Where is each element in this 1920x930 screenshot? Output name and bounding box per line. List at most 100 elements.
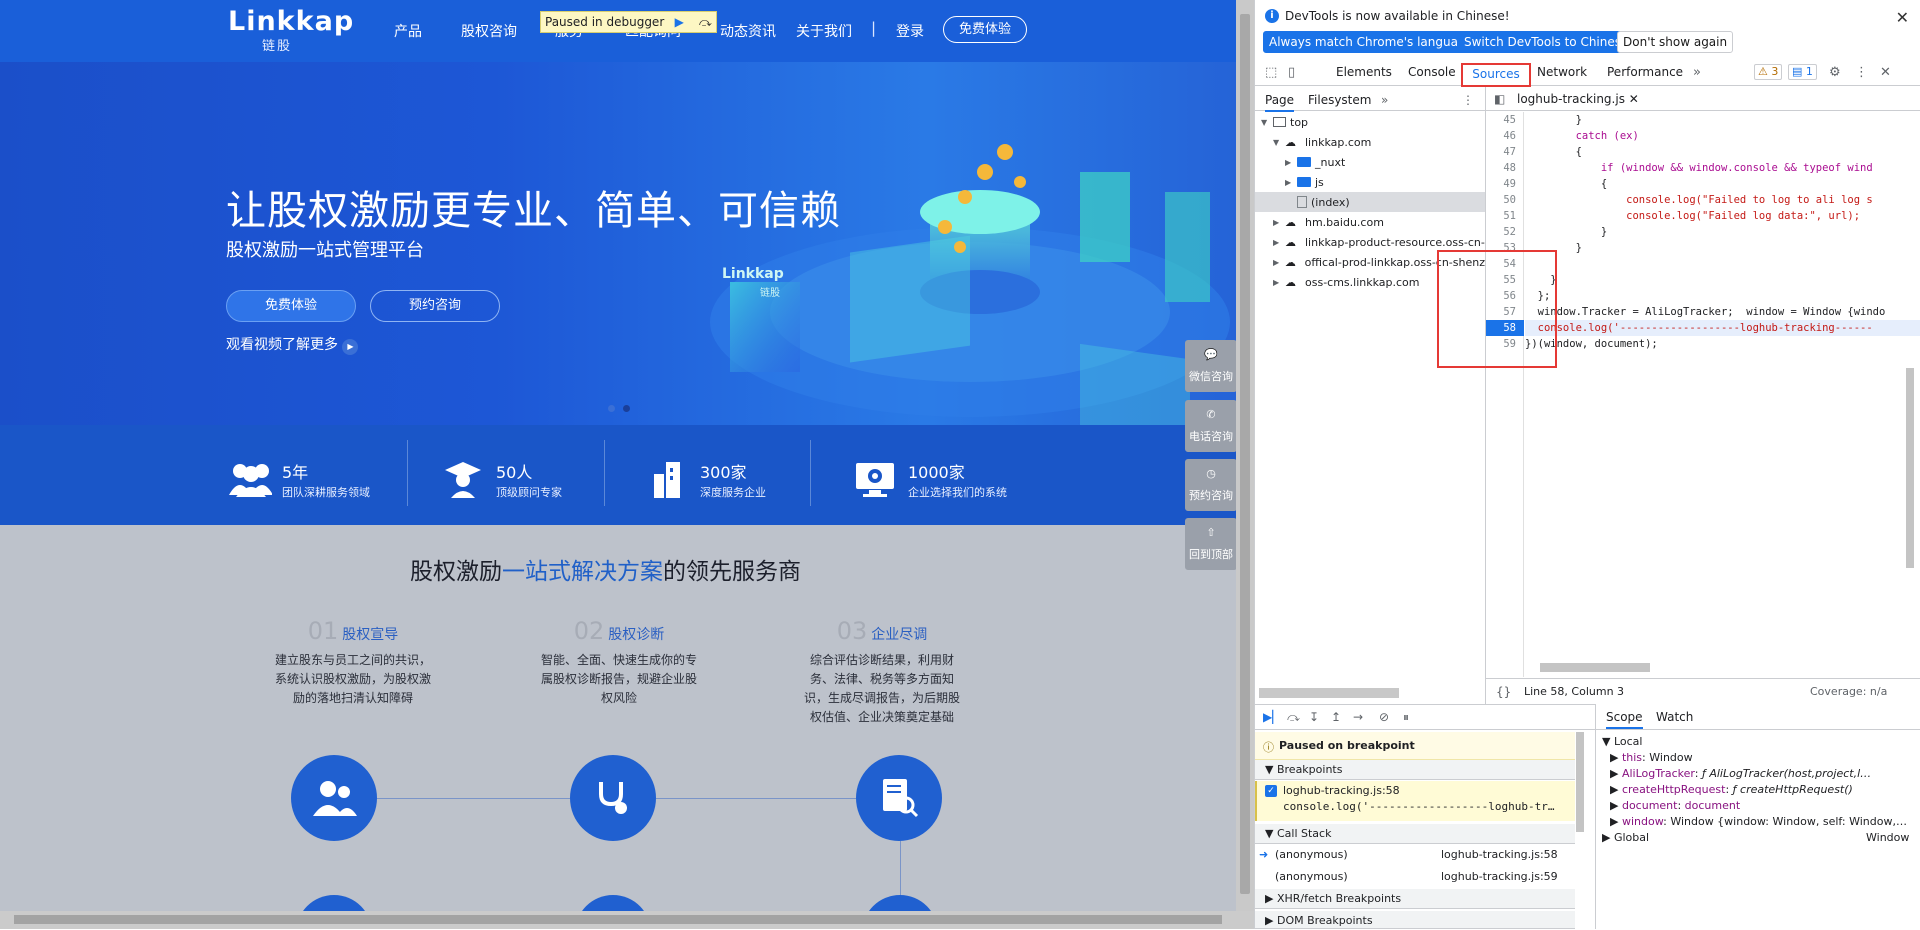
tree-item[interactable]: ▼ top — [1261, 112, 1308, 132]
editor-h-scrollbar[interactable] — [1540, 663, 1650, 672]
info-icon: i — [1265, 9, 1279, 23]
nav-separator: | — [871, 19, 877, 37]
pretty-print-icon[interactable]: {} — [1496, 685, 1511, 699]
line-number[interactable]: 46 — [1486, 128, 1524, 144]
hero-try-button[interactable]: 免费体验 — [226, 290, 356, 322]
resume-icon[interactable]: ▶ — [668, 12, 690, 32]
tab-sources[interactable]: Sources — [1461, 63, 1531, 87]
call-frame-active[interactable]: ➜ (anonymous) loghub-tracking.js:58 — [1255, 845, 1575, 865]
page-scrollbar-thumb[interactable] — [1240, 14, 1250, 894]
line-number[interactable]: 50 — [1486, 192, 1524, 208]
step-circle — [296, 895, 372, 911]
line-number[interactable]: 52 — [1486, 224, 1524, 240]
messages-badge[interactable]: ▤ 1 — [1788, 64, 1817, 80]
breakpoint-checkbox[interactable]: ✓ — [1265, 785, 1277, 797]
deactivate-breakpoints-icon[interactable]: ⊘ — [1379, 710, 1389, 724]
sidebar-scrollbar[interactable] — [1576, 732, 1584, 832]
nav-about[interactable]: 关于我们 — [796, 21, 852, 41]
scope-row[interactable]: ▶ document: document — [1610, 798, 1740, 814]
nav-news[interactable]: 动态资讯 — [720, 21, 776, 41]
nav-product[interactable]: 产品 — [394, 21, 422, 41]
carousel-dot[interactable] — [608, 405, 615, 412]
code-editor[interactable]: } catch (ex) { if (window && window.cons… — [1525, 112, 1920, 677]
call-frame[interactable]: (anonymous) loghub-tracking.js:59 — [1255, 867, 1575, 887]
toggle-navigator-icon[interactable]: ◧ — [1494, 92, 1505, 106]
tree-item[interactable]: ▼ ☁ linkkap.com — [1273, 132, 1371, 152]
tab-scope[interactable]: Scope — [1606, 710, 1643, 729]
scope-row[interactable]: ▶ AliLogTracker: ƒ AliLogTracker(host,pr… — [1610, 766, 1871, 782]
resume-button-icon[interactable]: ▶▏ — [1263, 710, 1281, 724]
platform-label: Linkkap — [722, 266, 784, 282]
tab-watch[interactable]: Watch — [1656, 710, 1693, 724]
tab-console[interactable]: Console — [1408, 65, 1456, 79]
close-icon[interactable]: ✕ — [1896, 8, 1909, 27]
tab-performance[interactable]: Performance — [1607, 65, 1683, 79]
navigator-scrollbar[interactable] — [1259, 688, 1399, 698]
dont-show-button[interactable]: Don't show again — [1617, 31, 1734, 53]
line-number[interactable]: 47 — [1486, 144, 1524, 160]
more-tabs-icon[interactable]: » — [1693, 65, 1701, 80]
inspect-icon[interactable]: ⬚ — [1265, 65, 1277, 80]
section-title: 股权激励一站式解决方案的领先服务商 — [410, 552, 801, 586]
scope-row[interactable]: ▶ window: Window {window: Window, self: … — [1610, 814, 1907, 830]
gear-icon[interactable]: ⚙ — [1829, 65, 1841, 80]
line-number[interactable]: 45 — [1486, 112, 1524, 128]
scope-local[interactable]: ▼ Local — [1602, 734, 1642, 750]
float-wechat[interactable]: 💬 微信咨询 — [1185, 340, 1236, 392]
nav-try-button[interactable]: 免费体验 — [943, 16, 1027, 43]
close-devtools-icon[interactable]: ✕ — [1880, 65, 1891, 80]
step-over-icon[interactable]: ⤼ — [694, 12, 716, 32]
warnings-badge[interactable]: ⚠ 3 — [1754, 64, 1783, 80]
page-scrollbar-h-thumb[interactable] — [14, 915, 1222, 924]
editor-scrollbar[interactable] — [1906, 368, 1914, 568]
nav-login[interactable]: 登录 — [896, 21, 924, 41]
section-dom-breakpoints[interactable]: ▶ DOM Breakpoints — [1255, 911, 1575, 929]
file-tab[interactable]: loghub-tracking.js ✕ — [1517, 92, 1639, 106]
float-phone[interactable]: ✆ 电话咨询 — [1185, 400, 1236, 452]
tab-filesystem[interactable]: Filesystem — [1308, 93, 1371, 107]
tree-item-selected[interactable]: (index) — [1255, 192, 1485, 212]
nav-equity-consult[interactable]: 股权咨询 — [461, 21, 517, 41]
tab-elements[interactable]: Elements — [1336, 65, 1392, 79]
navigator-menu-icon[interactable]: ⋮ — [1462, 93, 1474, 107]
tree-item[interactable]: ▶ ☁ oss-cms.linkkap.com — [1273, 272, 1420, 292]
more-nav-icon[interactable]: » — [1381, 93, 1388, 107]
section-xhr-breakpoints[interactable]: ▶ XHR/fetch Breakpoints — [1255, 889, 1575, 909]
hero-video-link[interactable]: 观看视频了解更多 ▶ — [226, 334, 359, 355]
scope-row[interactable]: ▶ createHttpRequest: ƒ createHttpRequest… — [1610, 782, 1853, 798]
site-logo[interactable]: Linkkap — [228, 6, 354, 37]
step-over-button-icon[interactable]: ⤼ — [1287, 710, 1300, 725]
line-number[interactable]: 51 — [1486, 208, 1524, 224]
step-button-icon[interactable]: → — [1353, 710, 1363, 724]
tab-page[interactable]: Page — [1265, 93, 1295, 112]
section-call-stack[interactable]: ▼ Call Stack — [1255, 824, 1575, 844]
float-label: 微信咨询 — [1189, 370, 1233, 383]
step-into-button-icon[interactable]: ↧ — [1309, 710, 1319, 724]
tree-item[interactable]: ▶ _nuxt — [1285, 152, 1345, 172]
tree-item[interactable]: ▶ js — [1285, 172, 1324, 192]
section-breakpoints[interactable]: ▼ Breakpoints — [1255, 760, 1575, 780]
device-toolbar-icon[interactable]: ▯ — [1288, 65, 1295, 80]
scope-global[interactable]: ▶ Global — [1602, 830, 1649, 846]
step-2-stethoscope-icon — [570, 755, 656, 841]
line-number[interactable]: 49 — [1486, 176, 1524, 192]
stat-desc: 深度服务企业 — [700, 486, 766, 499]
stat-divider — [407, 440, 408, 506]
float-back-top[interactable]: ⇧ 回到顶部 — [1185, 518, 1236, 570]
tree-item[interactable]: ▶ ☁ linkkap-product-resource.oss-cn- — [1273, 232, 1485, 252]
connector-line — [656, 798, 856, 799]
step-out-button-icon[interactable]: ↥ — [1331, 710, 1341, 724]
hero-consult-button[interactable]: 预约咨询 — [370, 290, 500, 322]
kebab-menu-icon[interactable]: ⋮ — [1855, 65, 1868, 80]
pause-on-exceptions-icon[interactable]: ⏸ — [1403, 710, 1409, 725]
carousel-dot-active[interactable] — [623, 405, 630, 412]
tab-network[interactable]: Network — [1537, 65, 1587, 79]
line-number[interactable]: 48 — [1486, 160, 1524, 176]
tree-item[interactable]: ▶ ☁ hm.baidu.com — [1273, 212, 1384, 232]
scope-row[interactable]: ▶ this: Window — [1610, 750, 1693, 766]
match-language-button[interactable]: Always match Chrome's language — [1263, 31, 1479, 53]
float-appointment[interactable]: ◷ 预约咨询 — [1185, 459, 1236, 511]
switch-chinese-button[interactable]: Switch DevTools to Chinese — [1458, 31, 1635, 53]
breakpoint-entry[interactable]: ✓ loghub-tracking.js:58 console.log('---… — [1255, 781, 1575, 821]
close-tab-icon[interactable]: ✕ — [1629, 92, 1639, 106]
